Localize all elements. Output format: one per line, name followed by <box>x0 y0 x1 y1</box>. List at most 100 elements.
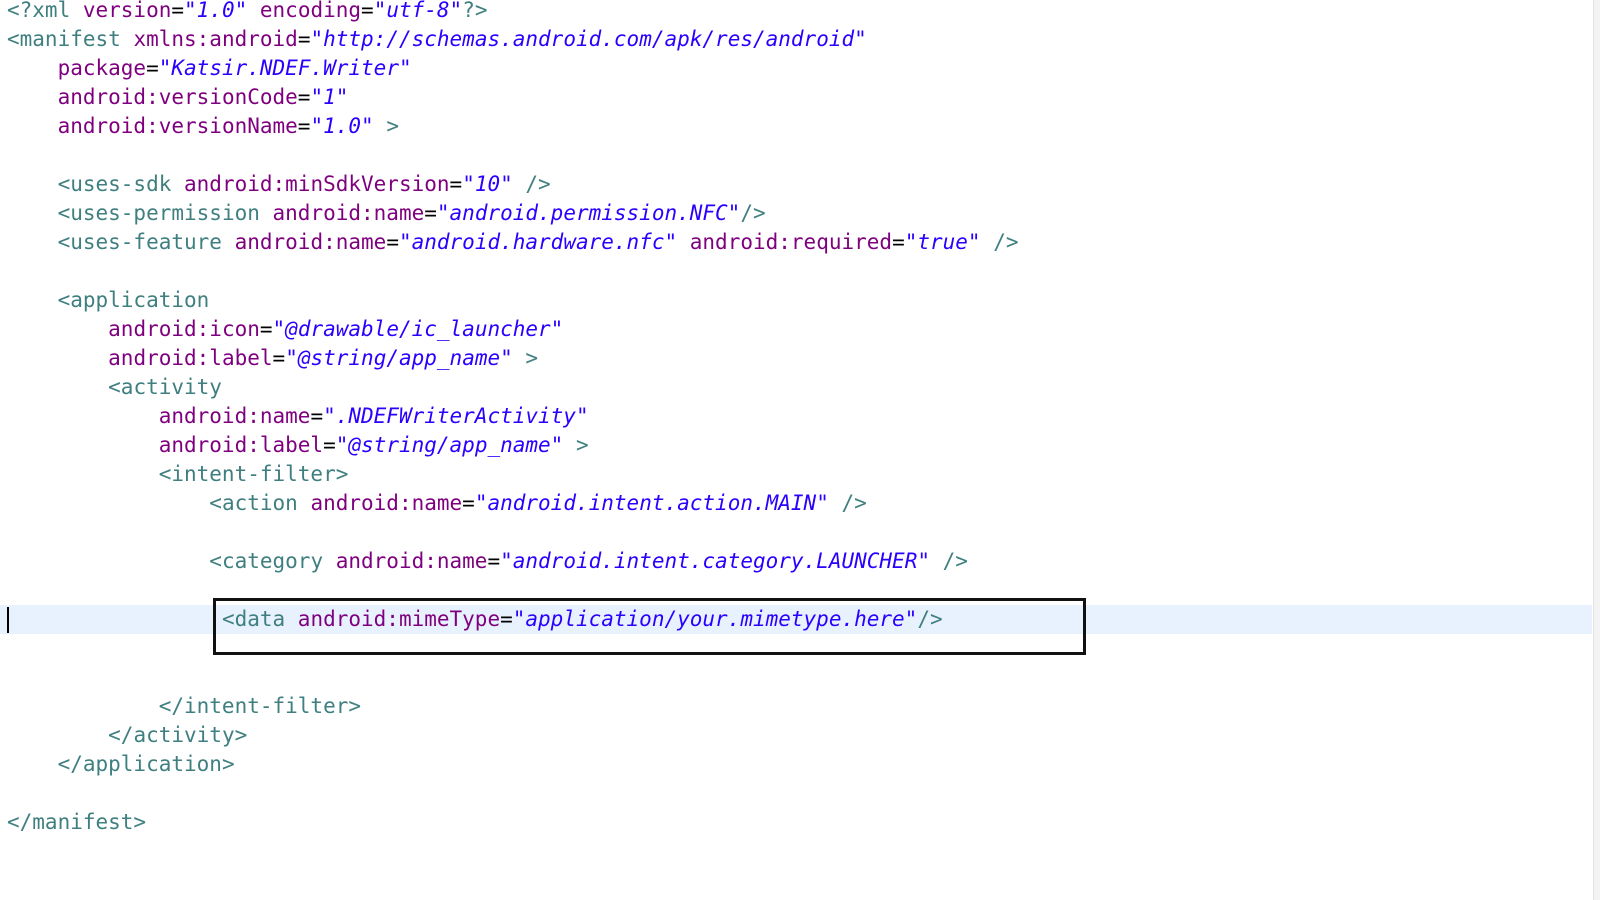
token-attr: android:name <box>335 549 488 573</box>
token-tag: /> <box>980 230 1019 254</box>
code-line[interactable]: <data android:mimeType="application/your… <box>0 605 1592 634</box>
token-eq: = <box>259 317 273 341</box>
token-tag: <category <box>209 549 336 573</box>
code-line[interactable]: <intent-filter> <box>0 460 1592 489</box>
code-line[interactable]: </application> <box>0 750 1592 779</box>
token-attr: encoding <box>247 0 362 22</box>
code-line[interactable]: </activity> <box>0 721 1592 750</box>
code-line[interactable]: <?xml version="1.0" encoding="utf-8"?> <box>0 0 1592 25</box>
token-val: "1.0" <box>310 114 374 138</box>
token-eq: = <box>892 230 905 254</box>
token-val: "utf-8" <box>373 0 463 22</box>
code-line[interactable] <box>0 634 1592 663</box>
token-eq: = <box>297 27 311 51</box>
token-val: "1.0" <box>184 0 248 22</box>
token-attr: android:name <box>310 491 463 515</box>
code-line[interactable]: <activity <box>0 373 1592 402</box>
code-line[interactable]: <application <box>0 286 1592 315</box>
code-line[interactable]: android:icon="@drawable/ic_launcher" <box>0 315 1592 344</box>
token-attr: android:name <box>158 404 311 428</box>
code-line[interactable]: <action android:name="android.intent.act… <box>0 489 1592 518</box>
token-tag: <manifest <box>7 27 134 51</box>
token-eq: = <box>462 491 475 515</box>
token-eq: = <box>323 433 336 457</box>
token-tag: ?> <box>462 0 488 22</box>
token-eq: = <box>297 85 311 109</box>
token-attr: package <box>57 56 147 80</box>
token-tag: <uses-sdk <box>57 172 185 196</box>
token-tag: </activity> <box>108 723 248 747</box>
token-tag: /> <box>740 201 766 225</box>
token-val: ".NDEFWriterActivity" <box>323 404 589 428</box>
token-attr: android:name <box>272 201 425 225</box>
editor-scroll-gutter[interactable] <box>1593 0 1600 900</box>
token-attr: android:minSdkVersion <box>184 172 450 196</box>
token-eq: = <box>500 607 513 631</box>
text-caret <box>7 607 9 633</box>
code-line[interactable]: </intent-filter> <box>0 692 1592 721</box>
token-eq: = <box>386 230 399 254</box>
token-tag: <application <box>57 288 210 312</box>
token-eq: = <box>424 201 437 225</box>
token-val: "1" <box>310 85 349 109</box>
code-line[interactable]: package="Katsir.NDEF.Writer" <box>0 54 1592 83</box>
code-line[interactable] <box>0 779 1592 808</box>
code-line[interactable]: android:label="@string/app_name" > <box>0 431 1592 460</box>
code-line[interactable]: android:versionCode="1" <box>0 83 1592 112</box>
code-line[interactable]: <uses-feature android:name="android.hard… <box>0 228 1592 257</box>
token-eq: = <box>361 0 374 22</box>
token-tag: <action <box>209 491 311 515</box>
token-tag: /> <box>828 491 867 515</box>
token-val: "android.permission.NFC" <box>436 201 741 225</box>
code-line[interactable] <box>0 141 1592 170</box>
token-attr: version <box>82 0 172 22</box>
code-line[interactable] <box>0 518 1592 547</box>
code-line[interactable]: <uses-sdk android:minSdkVersion="10" /> <box>0 170 1592 199</box>
token-attr: android:mimeType <box>297 607 501 631</box>
token-val: "android.intent.category.LAUNCHER" <box>500 549 930 573</box>
xml-code-editor[interactable]: <?xml version="1.0" encoding="utf-8"?> <m… <box>0 0 1600 900</box>
code-line[interactable]: <category android:name="android.intent.c… <box>0 547 1592 576</box>
code-line[interactable] <box>0 576 1592 605</box>
token-attr: android:required <box>677 230 893 254</box>
token-attr: xmlns:android <box>133 27 298 51</box>
token-val: "application/your.mimetype.here" <box>512 607 918 631</box>
code-line[interactable]: <manifest xmlns:android="http://schemas.… <box>0 25 1592 54</box>
code-line[interactable] <box>0 257 1592 286</box>
token-eq: = <box>297 114 311 138</box>
code-line[interactable] <box>0 663 1592 692</box>
token-eq: = <box>272 346 286 370</box>
token-val: "android.intent.action.MAIN" <box>474 491 829 515</box>
token-tag: /> <box>917 607 943 631</box>
token-attr: android:versionName <box>57 114 298 138</box>
token-tag: <activity <box>108 375 222 399</box>
token-tag: <intent-filter> <box>158 462 349 486</box>
token-val: "@string/app_name" <box>335 433 564 457</box>
code-line[interactable]: android:name=".NDEFWriterActivity" <box>0 402 1592 431</box>
token-tag: </intent-filter> <box>158 694 362 718</box>
token-val: "@string/app_name" <box>285 346 513 370</box>
code-line[interactable]: </manifest> <box>0 808 1592 837</box>
token-tag: <data <box>221 607 298 631</box>
token-eq: = <box>449 172 463 196</box>
token-attr: android:label <box>108 346 273 370</box>
token-tag: </application> <box>57 752 235 776</box>
token-attr: android:label <box>158 433 324 457</box>
code-line[interactable]: <uses-permission android:name="android.p… <box>0 199 1592 228</box>
token-tag: </manifest> <box>7 810 147 834</box>
code-line[interactable]: android:label="@string/app_name" > <box>0 344 1592 373</box>
code-line[interactable]: android:versionName="1.0" > <box>0 112 1592 141</box>
